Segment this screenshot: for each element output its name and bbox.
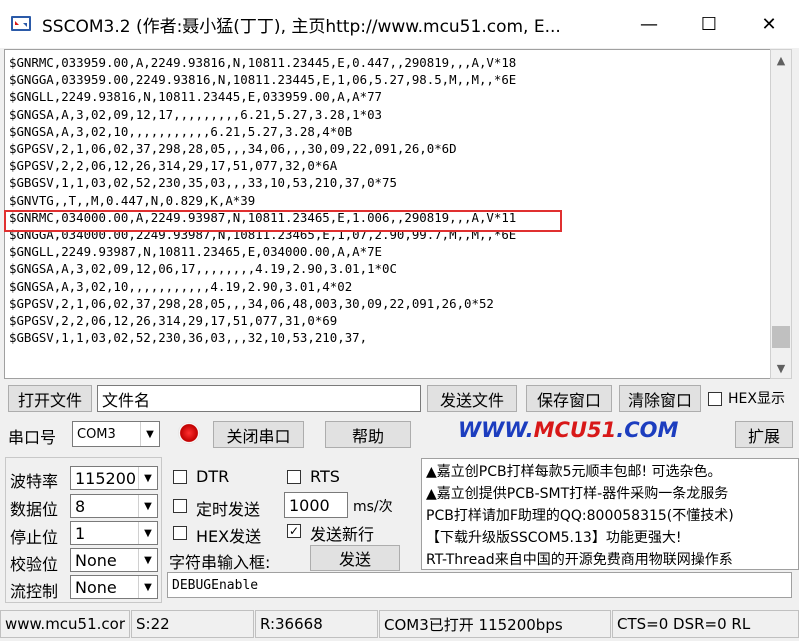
help-button[interactable]: 帮助 <box>325 421 411 448</box>
mcu51-logo: WWW.MCU51.COM <box>458 418 698 448</box>
info-lines: ▲嘉立创PCB打样每款5元顺丰包邮! 可选杂色。 ▲嘉立创提供PCB-SMT打样-… <box>426 461 734 569</box>
send-file-button[interactable]: 发送文件 <box>427 385 517 412</box>
serial-port-app-icon <box>11 16 31 31</box>
hex-send-label: HEX发送 <box>196 527 262 546</box>
rts-label: RTS <box>310 467 340 486</box>
parity-select-value: None <box>75 550 117 570</box>
send-newline-checkbox[interactable]: ✓ <box>287 524 301 538</box>
scroll-up-arrow-icon[interactable]: ▲ <box>771 50 791 70</box>
receive-line: $GNRMC,033959.00,A,2249.93816,N,10811.23… <box>9 55 517 70</box>
flow-label: 流控制 <box>10 582 59 601</box>
clear-window-button[interactable]: 清除窗口 <box>619 385 701 412</box>
stopbits-select[interactable]: 1 ▼ <box>70 521 158 545</box>
title-bar: SSCOM3.2 (作者:聂小猛(丁丁), 主页http://www.mcu51… <box>0 0 799 48</box>
receive-line: $GBGSV,1,1,03,02,52,230,35,03,,,33,10,53… <box>9 175 397 191</box>
info-panel: ▲嘉立创PCB打样每款5元顺丰包邮! 可选杂色。 ▲嘉立创提供PCB-SMT打样-… <box>421 458 799 570</box>
expand-button[interactable]: 扩展 <box>735 421 793 448</box>
hex-send-checkbox[interactable] <box>173 526 187 540</box>
receive-line: $GNGSA,A,3,02,09,12,17,,,,,,,,,6.21,5.27… <box>9 106 382 122</box>
logo-part-com: .COM <box>616 418 679 442</box>
info-line: ▲嘉立创PCB打样每款5元顺丰包邮! 可选杂色。 <box>426 464 722 480</box>
receive-line: $GPGSV,2,1,06,02,37,298,28,05,,,34,06,48… <box>9 295 494 311</box>
port-select-value: COM3 <box>77 426 116 442</box>
receive-line: $GPGSV,2,1,06,02,37,298,28,05,,,34,06,,,… <box>9 141 457 157</box>
minimize-button[interactable]: — <box>619 0 679 48</box>
hex-display-checkbox[interactable] <box>708 392 722 406</box>
receive-line: $GNGSA,A,3,02,09,12,06,17,,,,,,,,4.19,2.… <box>9 261 397 277</box>
receive-line: $GPGSV,2,2,06,12,26,314,29,17,51,077,31,… <box>9 313 338 329</box>
port-label: 串口号 <box>8 428 57 447</box>
info-line: PCB打样请加F助理的QQ:800058315(不懂技术) <box>426 508 734 524</box>
receive-line: $GNGSA,A,3,02,10,,,,,,,,,,,4.19,2.90,3.0… <box>9 278 353 294</box>
chevron-down-icon: ▼ <box>138 495 157 517</box>
stopbits-select-value: 1 <box>75 523 86 543</box>
status-line-signals: CTS=0 DSR=0 RL <box>612 610 799 638</box>
receive-line: $GNGSA,A,3,02,10,,,,,,,,,,,6.21,5.27,3.2… <box>9 123 353 139</box>
window-title: SSCOM3.2 (作者:聂小猛(丁丁), 主页http://www.mcu51… <box>42 17 561 37</box>
interval-unit-label: ms/次 <box>353 499 393 515</box>
hex-display-label: HEX显示 <box>728 391 785 407</box>
receive-line: $GNGLL,2249.93816,N,10811.23445,E,033959… <box>9 89 382 105</box>
timed-send-checkbox[interactable] <box>173 499 187 513</box>
receive-scrollbar[interactable]: ▲ ▼ <box>770 49 792 379</box>
scroll-down-arrow-icon[interactable]: ▼ <box>771 358 791 378</box>
receive-line: $GNGGA,033959.00,2249.93816,N,10811.2344… <box>9 72 517 88</box>
info-line: ▲嘉立创提供PCB-SMT打样-器件采购一条龙服务 <box>426 486 729 502</box>
receive-lines: $GNRMC,033959.00,A,2249.93816,N,10811.23… <box>9 54 516 346</box>
dtr-label: DTR <box>196 467 230 486</box>
checkmark-icon: ✓ <box>288 524 300 538</box>
chevron-down-icon: ▼ <box>138 522 157 544</box>
open-file-button[interactable]: 打开文件 <box>8 385 92 412</box>
databits-label: 数据位 <box>10 500 59 519</box>
databits-select[interactable]: 8 ▼ <box>70 494 158 518</box>
send-button[interactable]: 发送 <box>310 545 400 571</box>
save-window-button[interactable]: 保存窗口 <box>526 385 612 412</box>
stopbits-label: 停止位 <box>10 528 59 547</box>
status-port-state: COM3已打开 115200bps <box>379 610 611 638</box>
flow-select-value: None <box>75 577 117 597</box>
logo-part-mcu51: MCU51 <box>533 418 617 442</box>
close-button[interactable]: ✕ <box>739 0 799 48</box>
scroll-thumb[interactable] <box>772 326 790 348</box>
maximize-button[interactable]: ☐ <box>679 0 739 48</box>
input-label: 字符串输入框: <box>169 553 271 572</box>
baud-label: 波特率 <box>10 472 59 491</box>
chevron-down-icon: ▼ <box>138 467 157 489</box>
logo-part-www: WWW. <box>458 418 534 442</box>
status-site[interactable]: www.mcu51.cor <box>0 610 130 638</box>
parity-label: 校验位 <box>10 555 59 574</box>
receive-line: $GNGLL,2249.93987,N,10811.23465,E,034000… <box>9 244 382 260</box>
chevron-down-icon: ▼ <box>140 422 159 446</box>
receive-line: $GPGSV,2,2,06,12,26,314,29,17,51,077,32,… <box>9 158 338 174</box>
receive-line: $GNVTG,,T,,M,0.447,N,0.829,K,A*39 <box>9 192 256 208</box>
baud-select[interactable]: 115200 ▼ <box>70 466 158 490</box>
receive-line: $GBGSV,1,1,03,02,52,230,36,03,,,32,10,53… <box>9 330 368 346</box>
port-status-lamp-icon <box>178 422 200 444</box>
timed-send-label: 定时发送 <box>196 500 261 519</box>
highlight-box <box>4 210 562 232</box>
chevron-down-icon: ▼ <box>138 576 157 598</box>
flow-select[interactable]: None ▼ <box>70 575 158 599</box>
databits-select-value: 8 <box>75 496 86 516</box>
parity-select[interactable]: None ▼ <box>70 548 158 572</box>
interval-input[interactable]: 1000 <box>284 492 348 518</box>
chevron-down-icon: ▼ <box>138 549 157 571</box>
status-received-count: R:36668 <box>255 610 378 638</box>
send-newline-label: 发送新行 <box>310 525 375 544</box>
info-line: 【下载升级版SSCOM5.13】功能更强大! <box>426 530 682 546</box>
port-select[interactable]: COM3 ▼ <box>72 421 160 447</box>
filename-field[interactable]: 文件名 <box>97 385 421 412</box>
info-line: RT-Thread来自中国的开源免费商用物联网操作系 <box>426 552 733 568</box>
baud-select-value: 115200 <box>75 468 137 488</box>
close-port-button[interactable]: 关闭串口 <box>213 421 304 448</box>
rts-checkbox[interactable] <box>287 470 301 484</box>
status-sent-count: S:22 <box>131 610 254 638</box>
command-input[interactable]: DEBUGEnable <box>167 572 792 598</box>
dtr-checkbox[interactable] <box>173 470 187 484</box>
